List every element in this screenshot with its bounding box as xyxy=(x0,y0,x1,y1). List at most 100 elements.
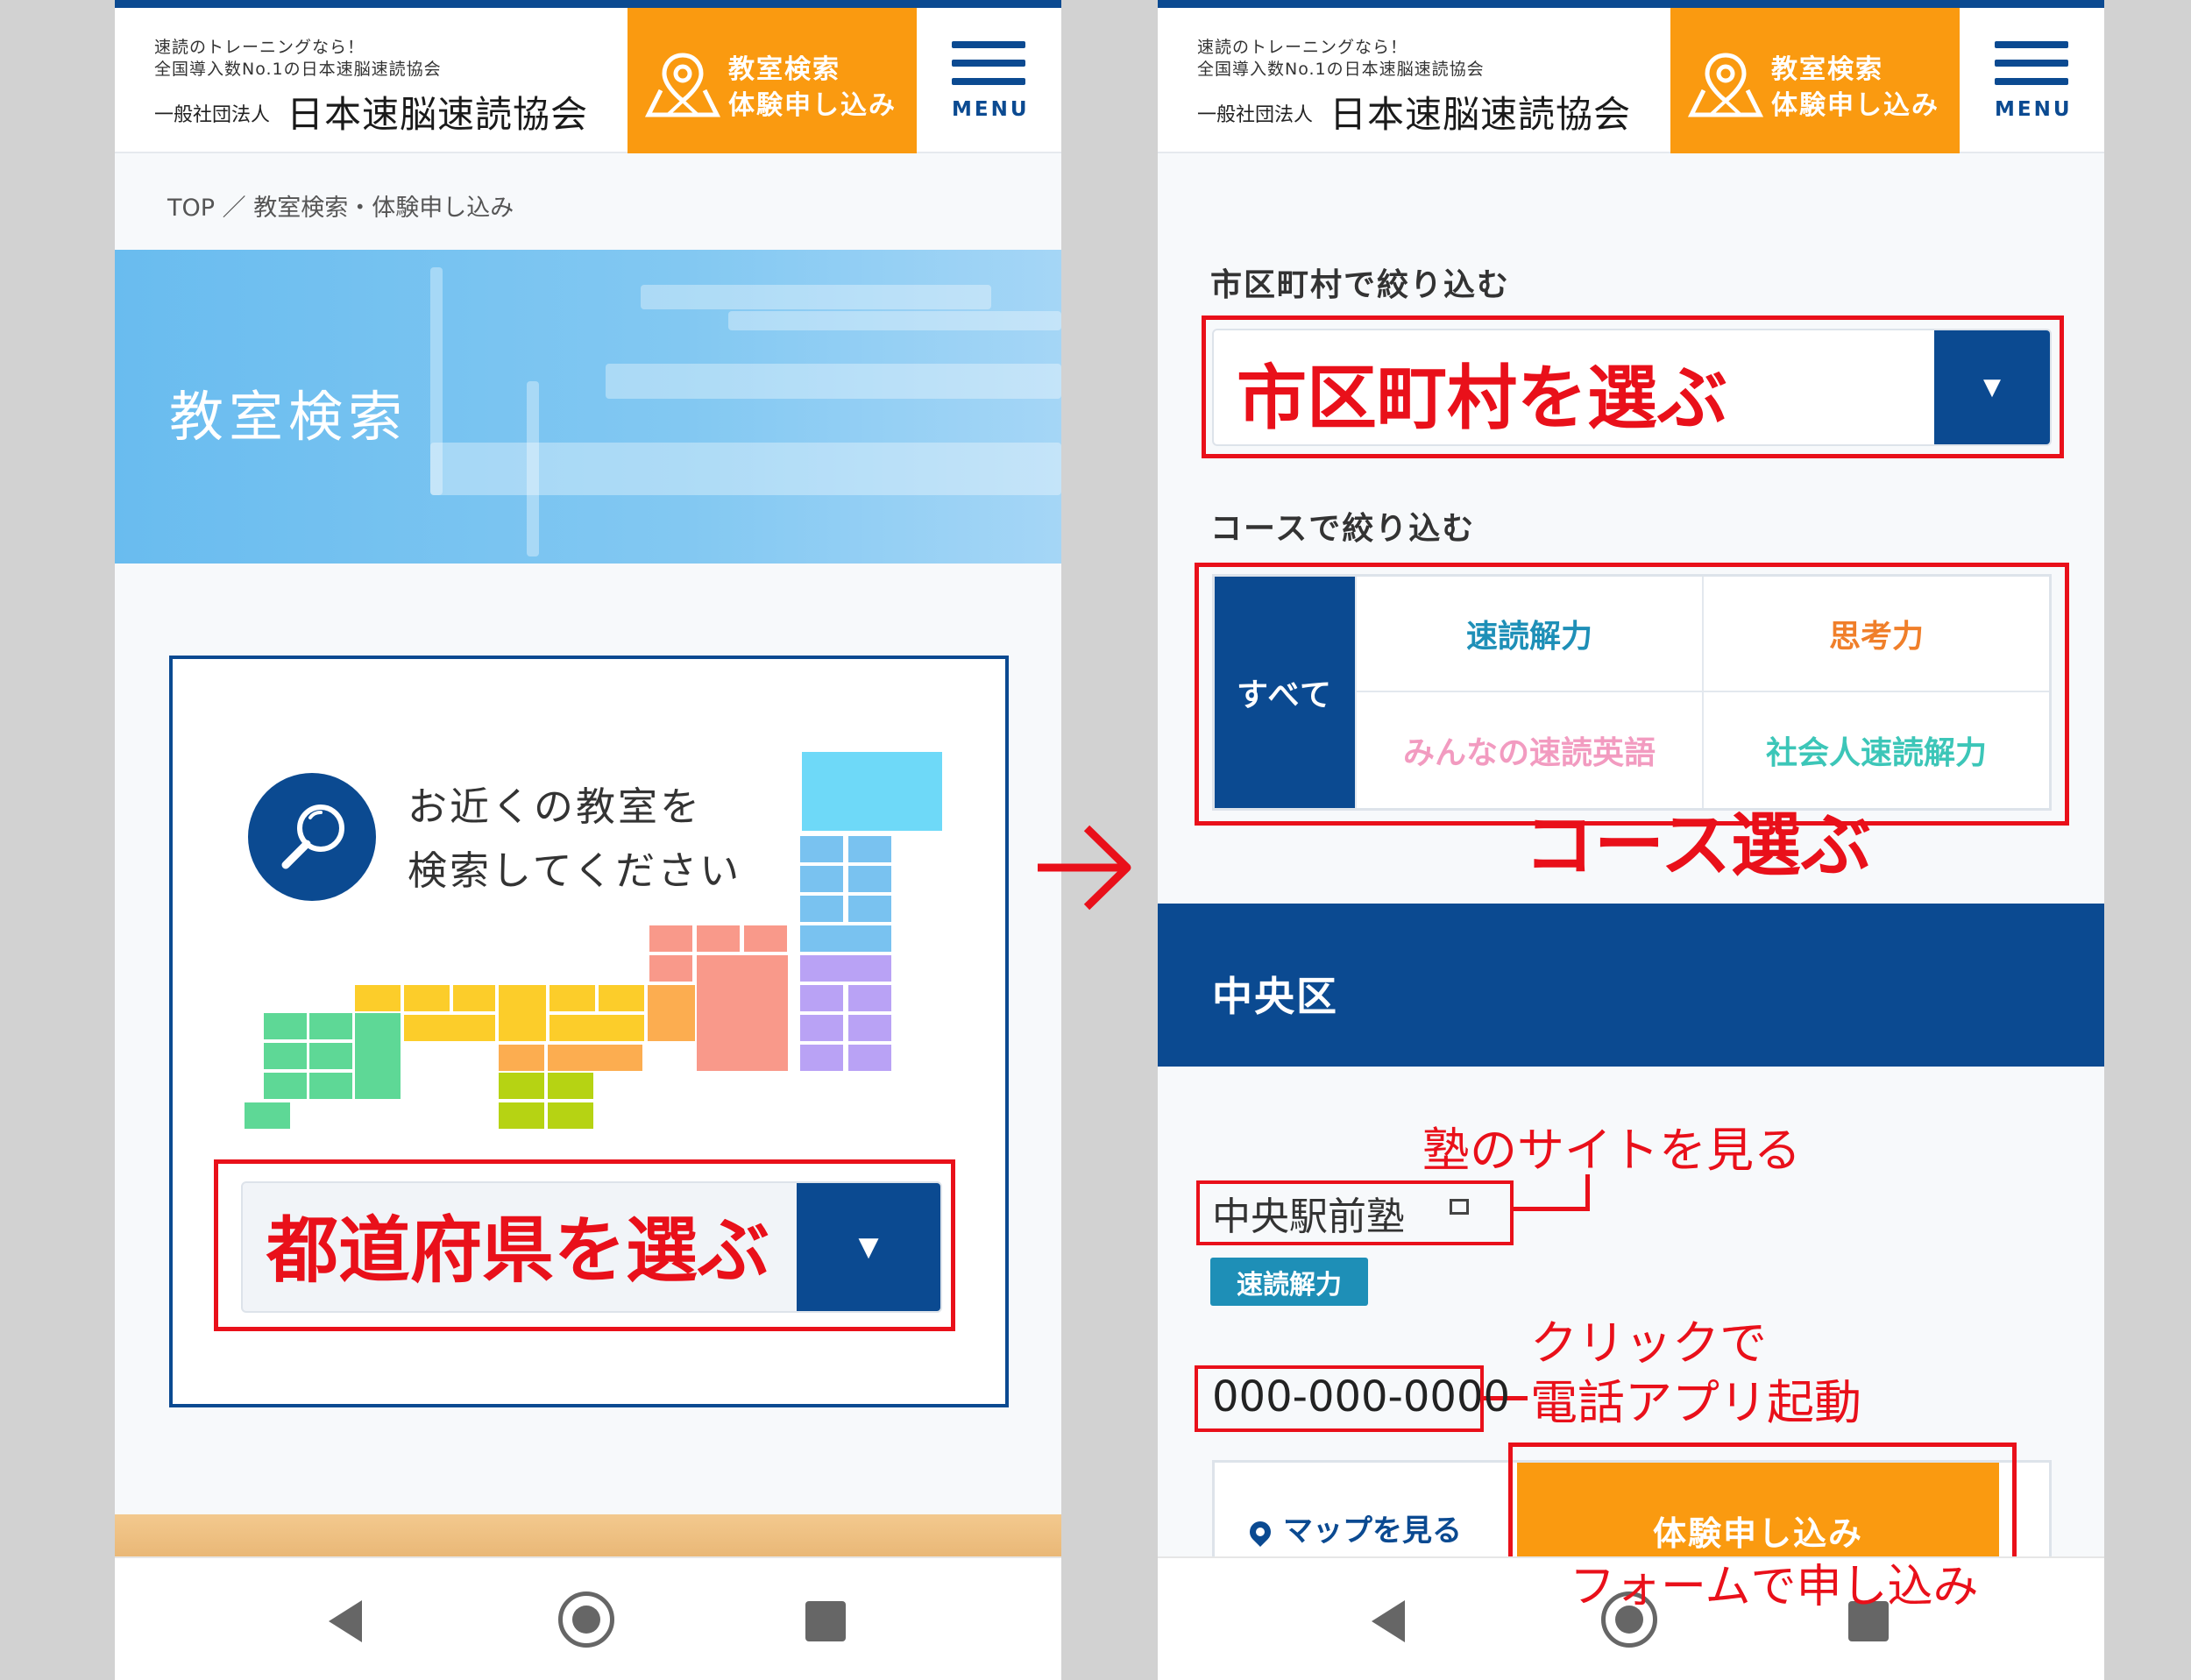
org-prefix: 一般社団法人 xyxy=(1197,104,1314,126)
pref-block-kyushu[interactable] xyxy=(309,1043,352,1069)
hamburger-line xyxy=(1995,78,2068,85)
annotation-box-phone xyxy=(1195,1365,1484,1432)
pref-block-kanto[interactable] xyxy=(800,985,843,1011)
classroom-search-cta-button[interactable]: 教室検索 体験申し込み xyxy=(1670,8,1960,153)
pref-block-kinki-west[interactable] xyxy=(355,985,401,1011)
pref-block-kyushu[interactable] xyxy=(264,1073,307,1099)
pref-block-chubu[interactable] xyxy=(697,955,788,1071)
pref-block-shikoku[interactable] xyxy=(499,1073,544,1099)
annotation-site: 塾のサイトを見る xyxy=(1422,1123,1801,1178)
hero-banner: 教室検索 xyxy=(115,250,1061,564)
header-top-line xyxy=(1158,0,2104,8)
pref-block-tohoku[interactable] xyxy=(800,866,843,892)
pref-block-tohoku[interactable] xyxy=(848,836,891,862)
pref-block-chugoku[interactable] xyxy=(648,985,695,1041)
annotation-city: 市区町村を選ぶ xyxy=(1237,358,1727,439)
pref-block-kinki[interactable] xyxy=(550,1015,644,1041)
pref-block-chugoku[interactable] xyxy=(548,1045,642,1071)
hamburger-line xyxy=(952,60,1025,67)
school-course-badge: 速読解力 xyxy=(1210,1258,1368,1306)
android-nav-bar xyxy=(115,1556,1061,1680)
map-pin-icon xyxy=(644,53,721,117)
site-logo[interactable]: 日本速脳速読協会 xyxy=(1329,85,1631,138)
pref-block-kinki-west[interactable] xyxy=(404,1015,495,1041)
annotation-box-school xyxy=(1196,1180,1514,1245)
course-filter-label: コースで絞り込む xyxy=(1210,511,1476,547)
hero-bg-desk xyxy=(641,285,991,309)
search-badge xyxy=(248,773,376,901)
nav-recent-icon[interactable] xyxy=(805,1601,846,1641)
site-header: 速読のトレーニングなら！ 全国導入数No.1の日本速脳速読協会 一般社団法人 日… xyxy=(115,8,1061,153)
pref-block-kyushu[interactable] xyxy=(264,1043,307,1069)
breadcrumb[interactable]: TOP ／ 教室検索・体験申し込み xyxy=(167,188,514,223)
search-magnifier-icon xyxy=(281,805,344,869)
pref-block-kinki[interactable] xyxy=(599,985,644,1011)
annotation-prefecture: 都道府県を選ぶ xyxy=(266,1209,770,1293)
header-tagline-1: 速読のトレーニングなら！ xyxy=(1197,38,1408,57)
hero-bg-desk xyxy=(728,311,1061,330)
pref-block-chubu[interactable] xyxy=(649,925,692,952)
pref-block-kyushu[interactable] xyxy=(355,1013,401,1099)
nav-back-icon[interactable] xyxy=(1372,1600,1405,1642)
pref-block-kinki[interactable] xyxy=(550,985,595,1011)
pref-block-shikoku[interactable] xyxy=(499,1102,544,1129)
annotation-connector xyxy=(1585,1174,1590,1211)
pref-block-kanto[interactable] xyxy=(848,1045,891,1071)
pref-block-chugoku[interactable] xyxy=(499,1045,544,1071)
pref-block-shikoku[interactable] xyxy=(548,1073,593,1099)
header-top-line xyxy=(115,0,1061,8)
menu-label: MENU xyxy=(1995,98,2073,121)
pref-block-kanto[interactable] xyxy=(800,1045,843,1071)
wood-strip xyxy=(115,1514,1061,1558)
cta-line-2: 体験申し込み xyxy=(1771,90,1939,121)
hero-bg-desk xyxy=(430,267,443,495)
pref-block-tohoku[interactable] xyxy=(848,896,891,922)
cta-line-2: 体験申し込み xyxy=(728,90,897,121)
nav-home-icon[interactable] xyxy=(558,1591,614,1648)
pref-block-kinki-west[interactable] xyxy=(404,985,450,1011)
map-link[interactable]: マップを見る xyxy=(1245,1506,1462,1549)
hamburger-line xyxy=(952,78,1025,85)
transition-arrow xyxy=(1032,819,1138,919)
pref-block-kinki-west[interactable] xyxy=(453,985,495,1011)
pref-block-chubu[interactable] xyxy=(697,925,740,952)
pref-block-tohoku[interactable] xyxy=(800,836,843,862)
pref-block-kanto[interactable] xyxy=(848,1015,891,1041)
pref-block-kanto[interactable] xyxy=(848,985,891,1011)
search-heading-line-1: お近くの教室を xyxy=(408,783,703,830)
annotation-course: コース選ぶ xyxy=(1524,805,1871,886)
header-tagline-2: 全国導入数No.1の日本速脳速読協会 xyxy=(154,60,442,79)
pref-block-kyushu[interactable] xyxy=(264,1013,307,1039)
hamburger-menu-icon xyxy=(1995,41,2068,48)
classroom-search-cta-button[interactable]: 教室検索 体験申し込み xyxy=(628,8,917,153)
pref-block-tohoku[interactable] xyxy=(800,896,843,922)
hero-bg-desk xyxy=(430,443,1061,495)
pref-block-tohoku[interactable] xyxy=(800,925,891,952)
page-title: 教室検索 xyxy=(169,385,408,449)
pref-block-chubu[interactable] xyxy=(649,955,692,982)
map-pin-icon xyxy=(1245,1517,1275,1547)
pref-block-okinawa[interactable] xyxy=(245,1102,290,1129)
site-logo[interactable]: 日本速脳速読協会 xyxy=(287,85,588,138)
pref-block-kinki[interactable] xyxy=(499,985,546,1041)
nav-back-icon[interactable] xyxy=(329,1600,362,1642)
site-header: 速読のトレーニングなら！ 全国導入数No.1の日本速脳速読協会 一般社団法人 日… xyxy=(1158,8,2104,153)
hamburger-line xyxy=(1995,60,2068,67)
pref-block-shikoku[interactable] xyxy=(548,1102,593,1129)
ward-name: 中央区 xyxy=(1212,973,1338,1020)
map-link-label: マップを見る xyxy=(1283,1513,1462,1549)
pref-block-kanto[interactable] xyxy=(800,1015,843,1041)
pref-block-tohoku[interactable] xyxy=(848,866,891,892)
cta-line-1: 教室検索 xyxy=(728,54,840,85)
pref-block-chubu[interactable] xyxy=(744,925,787,952)
annotation-form: フォームで申し込み xyxy=(1570,1561,1979,1613)
annotation-connector xyxy=(1513,1207,1590,1211)
right-phone-screen: 速読のトレーニングなら！ 全国導入数No.1の日本速脳速読協会 一般社団法人 日… xyxy=(1158,0,2104,1680)
pref-block-kyushu[interactable] xyxy=(309,1013,352,1039)
pref-block-kanto[interactable] xyxy=(800,955,891,982)
annotation-call-line-2: 電話アプリ起動 xyxy=(1530,1375,1861,1430)
pref-block-kyushu[interactable] xyxy=(309,1073,352,1099)
pref-block-hokkaido[interactable] xyxy=(802,752,942,831)
header-tagline-1: 速読のトレーニングなら！ xyxy=(154,38,365,57)
menu-label: MENU xyxy=(952,98,1030,121)
